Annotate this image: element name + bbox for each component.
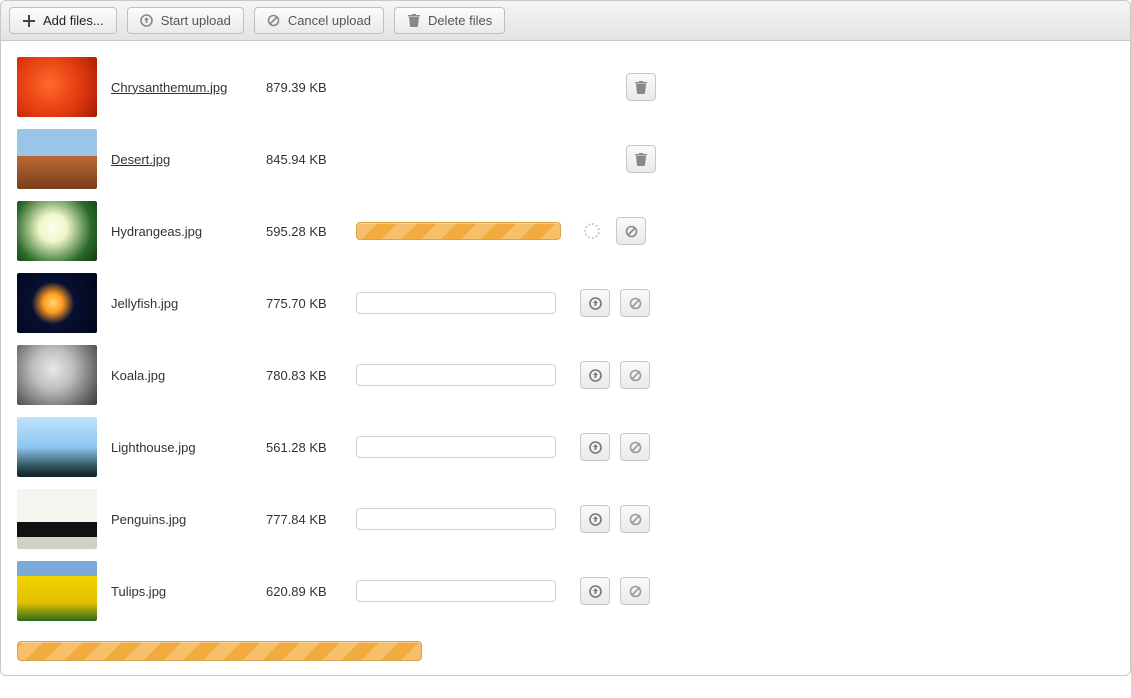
file-name: Chrysanthemum.jpg [111, 80, 266, 95]
start-file-button[interactable] [580, 289, 610, 317]
cancel-upload-button[interactable]: Cancel upload [254, 7, 384, 34]
delete-file-button[interactable] [626, 73, 656, 101]
cancel-file-button[interactable] [620, 433, 650, 461]
ban-icon [629, 585, 642, 598]
file-name: Hydrangeas.jpg [111, 224, 266, 239]
file-link[interactable]: Chrysanthemum.jpg [111, 80, 227, 95]
file-progress-bar [356, 364, 556, 386]
file-progress-bar [356, 222, 561, 240]
file-size: 620.89 KB [266, 584, 356, 599]
file-progress-bar [356, 436, 556, 458]
cancel-file-button[interactable] [620, 577, 650, 605]
add-files-button[interactable]: Add files... [9, 7, 117, 34]
file-progress-bar [356, 292, 556, 314]
file-size: 561.28 KB [266, 440, 356, 455]
cancel-file-button[interactable] [616, 217, 646, 245]
total-progress-bar [17, 641, 422, 661]
file-thumbnail [17, 417, 97, 477]
start-upload-label: Start upload [161, 13, 231, 28]
upload-circle-icon [589, 369, 602, 382]
file-thumbnail [17, 57, 97, 117]
file-size: 595.28 KB [266, 224, 356, 239]
start-file-button[interactable] [580, 577, 610, 605]
delete-files-label: Delete files [428, 13, 492, 28]
delete-file-button[interactable] [626, 145, 656, 173]
file-row: Jellyfish.jpg 775.70 KB [17, 267, 1114, 339]
file-row: Tulips.jpg 620.89 KB [17, 555, 1114, 627]
file-name: Koala.jpg [111, 368, 266, 383]
file-name: Tulips.jpg [111, 584, 266, 599]
cancel-upload-label: Cancel upload [288, 13, 371, 28]
trash-icon [407, 14, 421, 28]
plus-icon [22, 14, 36, 28]
start-file-button[interactable] [580, 505, 610, 533]
file-row: Koala.jpg 780.83 KB [17, 339, 1114, 411]
file-thumbnail [17, 345, 97, 405]
ban-icon [267, 14, 281, 28]
file-row: Hydrangeas.jpg 595.28 KB [17, 195, 1114, 267]
start-upload-button[interactable]: Start upload [127, 7, 244, 34]
file-row: Chrysanthemum.jpg 879.39 KB [17, 51, 1114, 123]
ban-icon [629, 513, 642, 526]
trash-icon [635, 81, 647, 94]
upload-circle-icon [589, 441, 602, 454]
file-thumbnail [17, 129, 97, 189]
ban-icon [629, 369, 642, 382]
file-name: Penguins.jpg [111, 512, 266, 527]
file-size: 879.39 KB [266, 80, 356, 95]
cancel-file-button[interactable] [620, 289, 650, 317]
file-thumbnail [17, 273, 97, 333]
file-list: Chrysanthemum.jpg 879.39 KB Desert.jpg 8… [1, 41, 1130, 675]
upload-circle-icon [589, 513, 602, 526]
start-file-button[interactable] [580, 361, 610, 389]
file-progress-bar [356, 580, 556, 602]
file-size: 775.70 KB [266, 296, 356, 311]
file-row: Penguins.jpg 777.84 KB [17, 483, 1114, 555]
upload-circle-icon [140, 14, 154, 28]
trash-icon [635, 153, 647, 166]
delete-files-button[interactable]: Delete files [394, 7, 505, 34]
ban-icon [629, 297, 642, 310]
cancel-file-button[interactable] [620, 361, 650, 389]
file-row: Desert.jpg 845.94 KB [17, 123, 1114, 195]
spinner-icon [584, 223, 600, 239]
file-size: 777.84 KB [266, 512, 356, 527]
file-link[interactable]: Desert.jpg [111, 152, 170, 167]
file-size: 845.94 KB [266, 152, 356, 167]
cancel-file-button[interactable] [620, 505, 650, 533]
file-row: Lighthouse.jpg 561.28 KB [17, 411, 1114, 483]
start-file-button[interactable] [580, 433, 610, 461]
upload-panel: Add files... Start upload Cancel upload … [0, 0, 1131, 676]
file-thumbnail [17, 489, 97, 549]
upload-circle-icon [589, 297, 602, 310]
toolbar: Add files... Start upload Cancel upload … [1, 1, 1130, 41]
file-progress-bar [356, 508, 556, 530]
ban-icon [629, 441, 642, 454]
add-files-label: Add files... [43, 13, 104, 28]
file-name: Desert.jpg [111, 152, 266, 167]
file-name: Lighthouse.jpg [111, 440, 266, 455]
file-size: 780.83 KB [266, 368, 356, 383]
file-thumbnail [17, 201, 97, 261]
ban-icon [625, 225, 638, 238]
upload-circle-icon [589, 585, 602, 598]
file-name: Jellyfish.jpg [111, 296, 266, 311]
file-thumbnail [17, 561, 97, 621]
